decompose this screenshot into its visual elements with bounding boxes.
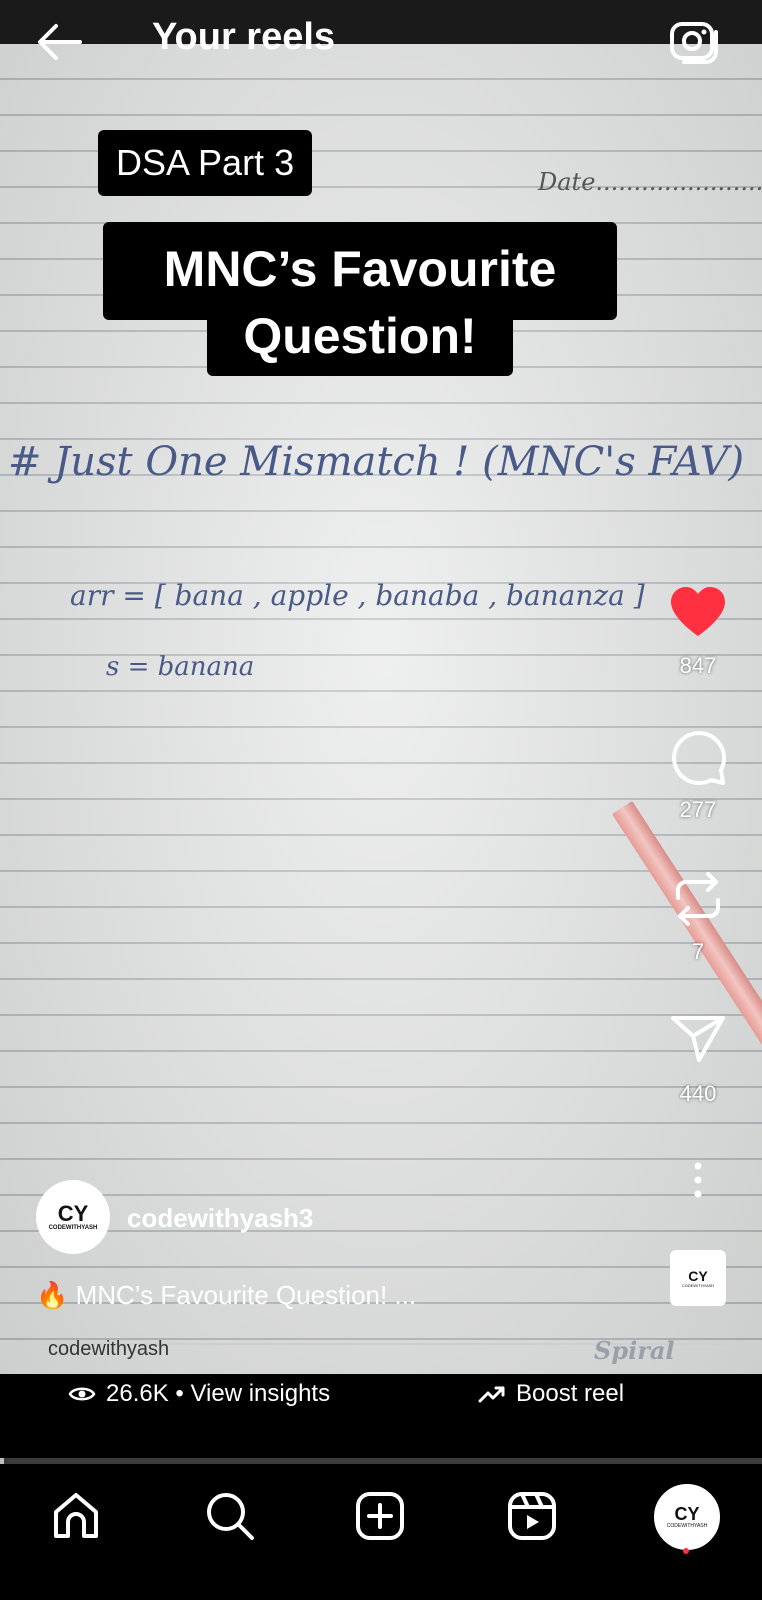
avatar-brand-text: CODEWITHYASH: [48, 1225, 98, 1231]
repost-action[interactable]: 7: [648, 870, 748, 965]
search-icon[interactable]: [204, 1490, 256, 1542]
page-title: Your reels: [152, 16, 336, 58]
more-options-button[interactable]: [648, 1162, 748, 1203]
paper-date-label: Date......................: [538, 168, 762, 196]
audio-brand-text: CODEWITHYASH: [681, 1282, 715, 1288]
comment-icon[interactable]: [669, 728, 727, 786]
paper-brand: Spiral: [594, 1336, 675, 1365]
camera-icon[interactable]: [668, 18, 720, 64]
home-icon[interactable]: [50, 1490, 102, 1542]
notes-string: s = banana: [106, 652, 255, 682]
profile-notification-dot: [683, 1548, 689, 1554]
heart-icon[interactable]: [669, 586, 727, 638]
avatar-logo: CY: [57, 1201, 89, 1226]
create-icon[interactable]: [354, 1490, 406, 1542]
boost-reel-button[interactable]: Boost reel: [478, 1380, 624, 1408]
audio-logo: CY: [688, 1267, 708, 1284]
like-action[interactable]: 847: [648, 586, 748, 679]
reels-icon[interactable]: [506, 1490, 558, 1542]
profile-avatar[interactable]: CY CODEWITHYASH: [654, 1484, 720, 1550]
boost-reel-label: Boost reel: [516, 1380, 625, 1407]
top-bar: [0, 0, 762, 44]
video-watermark: codewithyash: [48, 1338, 170, 1360]
view-insights-label: 26.6K • View insights: [106, 1380, 331, 1407]
reel-headline-line2: Question!: [207, 302, 513, 376]
notes-heading: # Just One Mismatch ! (MNC's FAV): [8, 439, 745, 485]
view-insights-button[interactable]: 26.6K • View insights: [68, 1380, 330, 1408]
more-options-icon[interactable]: [693, 1162, 703, 1198]
comment-action[interactable]: 277: [648, 728, 748, 823]
send-icon[interactable]: [671, 1014, 725, 1062]
reel-caption[interactable]: 🔥 MNC’s Favourite Question! ...: [36, 1280, 416, 1311]
back-arrow-icon[interactable]: [34, 22, 84, 62]
trending-up-icon: [478, 1386, 505, 1403]
notes-array: arr = [ bana , apple , banaba , bananza …: [70, 579, 645, 612]
profile-logo: CY: [674, 1504, 700, 1524]
eye-icon: [68, 1387, 96, 1401]
author-avatar[interactable]: CY CODEWITHYASH: [36, 1180, 110, 1254]
author-username[interactable]: codewithyash3: [127, 1203, 313, 1234]
reel-part-tag: DSA Part 3: [98, 130, 313, 196]
comment-count: 277: [679, 797, 717, 822]
repost-count: 7: [691, 939, 705, 964]
share-count: 440: [679, 1081, 717, 1106]
profile-brand-text: CODEWITHYASH: [666, 1523, 708, 1529]
repost-icon[interactable]: [672, 870, 724, 928]
like-count: 847: [679, 653, 717, 678]
share-action[interactable]: 440: [648, 1014, 748, 1107]
audio-thumbnail[interactable]: CY CODEWITHYASH: [670, 1250, 726, 1306]
